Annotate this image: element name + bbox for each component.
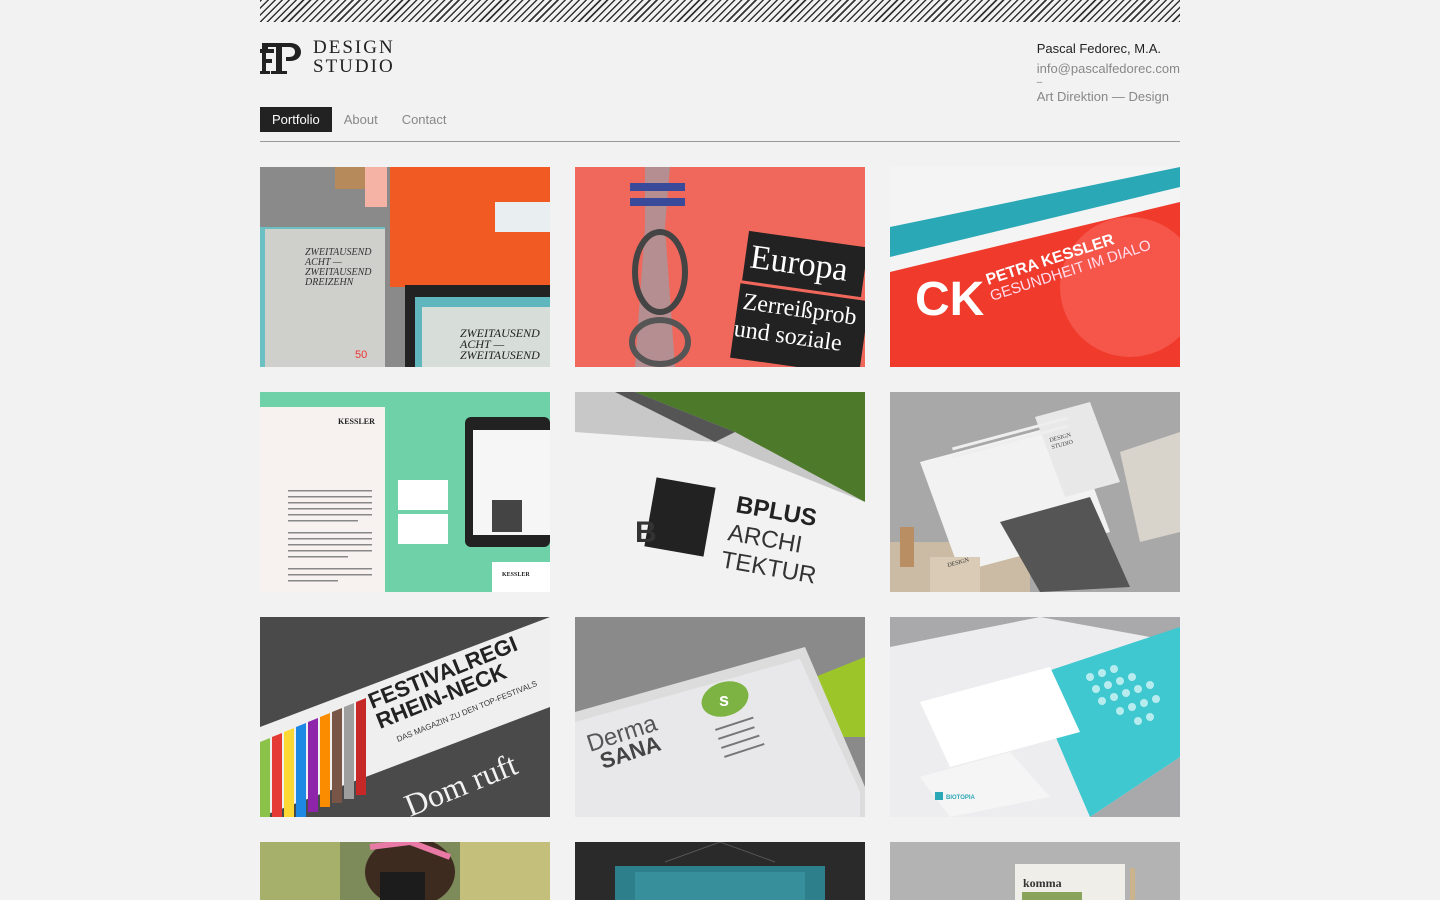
partial-image-2 <box>575 842 865 900</box>
owner-name: Pascal Fedorec, M.A. <box>1036 41 1161 56</box>
logo-text: DESIGN STUDIO <box>313 38 395 76</box>
komma-image: komma <box>890 842 1180 900</box>
tile-kessler-letterhead[interactable]: KESSLER KESSLER <box>260 392 550 592</box>
header-divider <box>260 141 1180 142</box>
contact-block: Pascal Fedorec, M.A. info@pascalfedorec.… <box>1037 41 1180 105</box>
top-stripe-decoration <box>260 0 1180 22</box>
derma-sana-image: s Derma SANA <box>575 617 865 817</box>
email-link[interactable]: info@pascalfedorec.com <box>1037 61 1180 77</box>
nav-portfolio[interactable]: Portfolio <box>260 107 332 132</box>
logo-line-2: STUDIO <box>313 56 395 77</box>
bplus-architektur-image: B BPLUS ARCHI TEKTUR <box>575 392 865 592</box>
contact-separator: – <box>1036 77 1043 88</box>
tile1-number: 50 <box>355 349 367 361</box>
svg-text:ZWEITAUSEND: ZWEITAUSEND <box>460 348 540 362</box>
pf-monogram-icon <box>260 43 301 74</box>
tile1-text-4: DREIZEHN <box>304 277 355 288</box>
partial-image-1 <box>260 842 550 900</box>
nav-about[interactable]: About <box>332 107 390 132</box>
biotopia-image: BIOTOPIA <box>890 617 1180 817</box>
tile-zweitausend-acht[interactable]: ZWEITAUSEND ACHT — ZWEITAUSEND DREIZEHN … <box>260 167 550 367</box>
festivalregion-image: FESTIVALREGI RHEIN-NECK DAS MAGAZIN ZU D… <box>260 617 550 817</box>
tile-europa[interactable]: Europa Zerreißprob und soziale <box>575 167 865 367</box>
tile-bplus-architektur[interactable]: B BPLUS ARCHI TEKTUR <box>575 392 865 592</box>
tile4-brand: KESSLER <box>338 417 375 426</box>
petra-kessler-image: CK PETRA KESSLER GESUNDHEIT IM DIALO <box>890 167 1180 367</box>
zweitausend-acht-image: ZWEITAUSEND ACHT — ZWEITAUSEND DREIZEHN … <box>260 167 550 367</box>
design-studio-stationery-image: DESIGN DESIGN STUDIO <box>890 392 1180 592</box>
tile12-brand: komma <box>1023 876 1062 890</box>
europa-image: Europa Zerreißprob und soziale <box>575 167 865 367</box>
kessler-letterhead-image: KESSLER KESSLER <box>260 392 550 592</box>
svg-text:KESSLER: KESSLER <box>502 572 530 578</box>
nav-contact[interactable]: Contact <box>390 107 459 132</box>
page: DESIGN STUDIO Pascal Fedorec, M.A. info@… <box>260 0 1180 900</box>
tile9-brand: BIOTOPIA <box>946 795 976 801</box>
svg-text:CK: CK <box>915 273 985 326</box>
svg-text:B: B <box>635 516 657 549</box>
logo[interactable]: DESIGN STUDIO <box>260 38 395 76</box>
tile-partial-1[interactable] <box>260 842 550 900</box>
tile-petra-kessler[interactable]: CK PETRA KESSLER GESUNDHEIT IM DIALO <box>890 167 1180 367</box>
role-text: Art Direktion — Design <box>1036 89 1169 104</box>
svg-text:s: s <box>719 690 729 710</box>
tile-biotopia[interactable]: BIOTOPIA <box>890 617 1180 817</box>
tile-partial-2[interactable] <box>575 842 865 900</box>
logo-line-1: DESIGN <box>313 37 395 58</box>
main-nav: Portfolio About Contact <box>260 107 459 132</box>
tile-festivalregion[interactable]: FESTIVALREGI RHEIN-NECK DAS MAGAZIN ZU D… <box>260 617 550 817</box>
tile-design-studio-stationery[interactable]: DESIGN DESIGN STUDIO <box>890 392 1180 592</box>
header: DESIGN STUDIO Pascal Fedorec, M.A. info@… <box>260 22 1180 142</box>
tile-derma-sana[interactable]: s Derma SANA <box>575 617 865 817</box>
tile-komma[interactable]: komma <box>890 842 1180 900</box>
